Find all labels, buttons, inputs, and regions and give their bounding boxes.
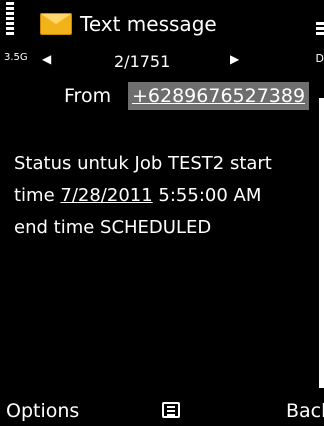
softkey-bar: Options Back [0,398,324,426]
message-navigation: ◀ 2/1751 ▶ [0,52,324,72]
signal-bars-icon [6,2,14,37]
message-position: 2/1751 [114,52,171,71]
date-link[interactable]: 7/28/2011 [60,185,152,206]
signal-strength-indicator [0,0,14,60]
from-row: From +6289676527389 [0,82,324,110]
message-line: end time SCHEDULED [14,217,212,238]
from-label: From [64,85,112,107]
battery-bars-icon [316,22,324,37]
title-bar: Text message [40,8,217,40]
scrollbar[interactable] [319,98,324,388]
message-text: time [14,185,61,206]
envelope-icon [40,13,72,35]
message-text: 5:55:00 AM [152,185,262,206]
message-line: time 7/28/2011 5:55:00 AM [14,180,314,212]
page-title: Text message [80,12,217,36]
right-arrow-icon[interactable]: ▶ [230,52,239,66]
message-body: Status untuk Job TEST2 start time 7/28/2… [14,148,314,244]
message-line: Status untuk Job TEST2 start [14,153,272,174]
menu-icon[interactable] [162,402,180,418]
options-softkey[interactable]: Options [6,400,79,422]
sender-number-link[interactable]: +6289676527389 [128,82,310,110]
back-softkey[interactable]: Back [286,400,324,422]
left-arrow-icon[interactable]: ◀ [42,52,51,66]
